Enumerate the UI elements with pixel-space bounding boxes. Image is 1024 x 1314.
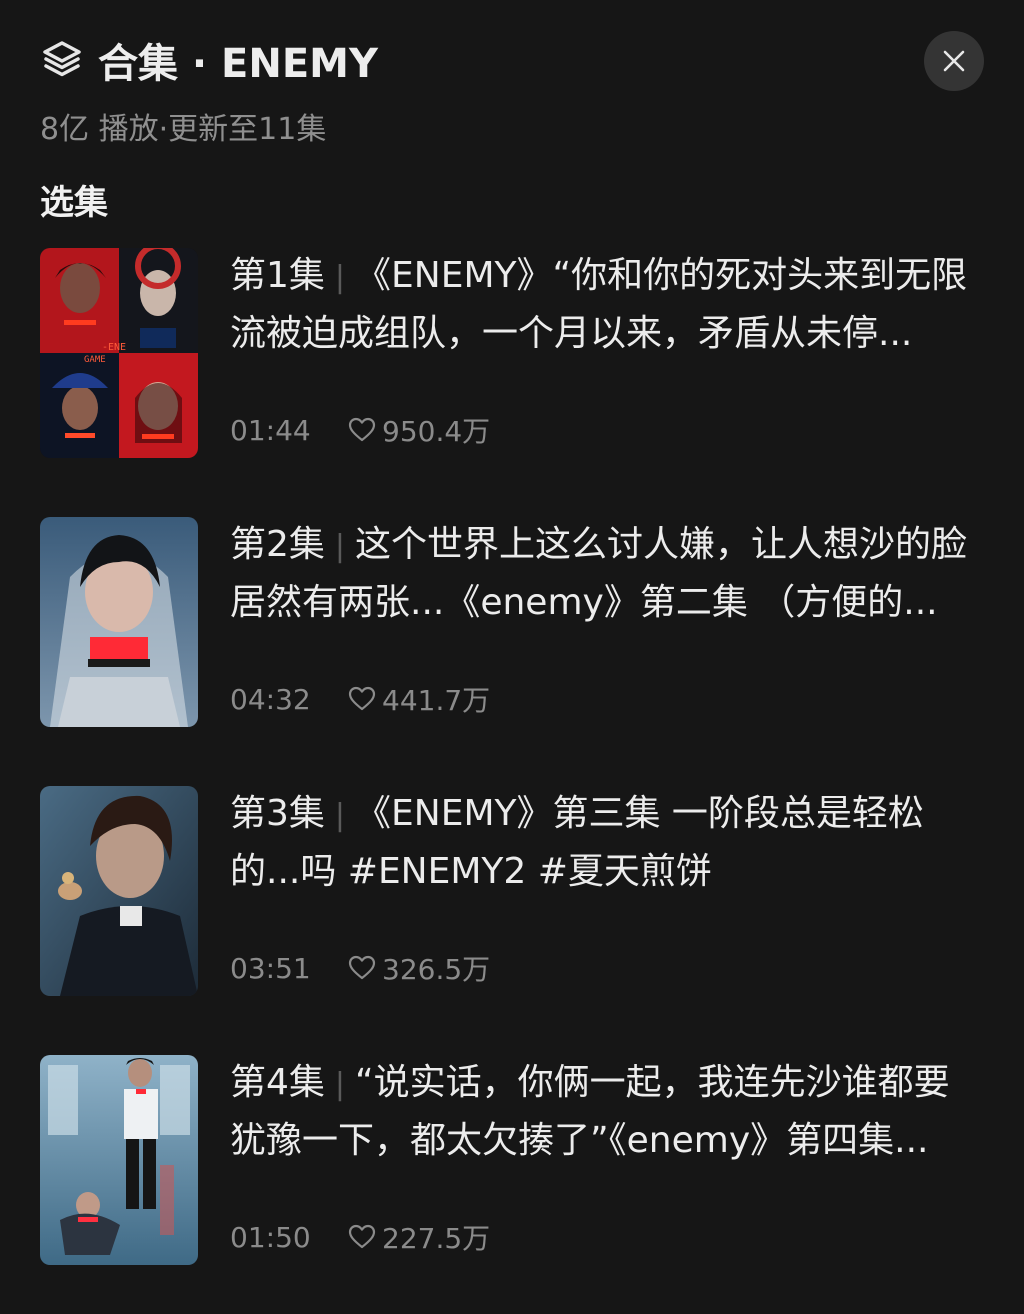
heart-icon — [348, 686, 376, 712]
episode-title: 第3集 | 《ENEMY》第三集 一阶段总是轻松的...吗 #ENEMY2 #夏天煎… — [230, 786, 980, 898]
episode-number: 第2集 — [230, 524, 325, 565]
episode-likes: 326.5万 — [382, 953, 491, 986]
episode-item-4[interactable]: 第4集 | “说实话，你俩一起，我连先沙谁都要犹豫一下，都太欠揍了”《enemy》第… — [40, 1055, 984, 1265]
episode-title: 第2集 | 这个世界上这么讨人嫌，让人想沙的脸居然有两张...《enemy》第二集 … — [230, 517, 980, 629]
episode-item-2[interactable]: 第2集 | 这个世界上这么讨人嫌，让人想沙的脸居然有两张...《enemy》第二集 … — [40, 517, 984, 727]
episode-likes: 950.4万 — [382, 415, 491, 448]
heart-icon — [348, 1224, 376, 1250]
episode-number: 第4集 — [230, 1062, 325, 1103]
layers-stack-icon — [40, 38, 84, 82]
episode-title: 第4集 | “说实话，你俩一起，我连先沙谁都要犹豫一下，都太欠揍了”《enemy》第… — [230, 1055, 980, 1167]
close-button[interactable] — [924, 31, 984, 91]
separator: | — [334, 260, 346, 295]
episode-meta: 01:50 227.5万 — [230, 1219, 491, 1256]
heart-icon — [348, 417, 376, 443]
episode-duration: 01:50 — [230, 1220, 311, 1254]
svg-text:GAME: GAME — [84, 355, 106, 365]
episode-duration: 04:32 — [230, 682, 311, 716]
episode-thumbnail — [40, 517, 198, 727]
episode-likes: 441.7万 — [382, 684, 491, 717]
episode-meta: 03:51 326.5万 — [230, 950, 491, 987]
episode-duration: 01:44 — [230, 413, 311, 447]
separator: | — [334, 798, 346, 833]
collection-stats: 8亿 播放·更新至11集 — [40, 112, 327, 147]
episode-duration: 03:51 — [230, 951, 311, 985]
episode-item-3[interactable]: 第3集 | 《ENEMY》第三集 一阶段总是轻松的...吗 #ENEMY2 #夏天煎… — [40, 786, 984, 996]
separator: | — [334, 1067, 346, 1102]
separator: | — [334, 529, 346, 564]
episode-likes: 227.5万 — [382, 1222, 491, 1255]
episode-item-1[interactable]: -ENE GAME 第1集 | 《ENEMY》“你和你的死对头来到无限流被迫成组队，… — [40, 248, 984, 458]
close-icon — [942, 49, 966, 73]
episode-meta: 04:32 441.7万 — [230, 681, 491, 718]
episode-title: 第1集 | 《ENEMY》“你和你的死对头来到无限流被迫成组队，一个月以来，矛盾从未… — [230, 248, 980, 360]
collection-title: 合集 · ENEMY — [98, 41, 378, 87]
episode-thumbnail — [40, 1055, 198, 1265]
svg-text:-ENE: -ENE — [102, 342, 126, 353]
episode-thumbnail: -ENE GAME — [40, 248, 198, 458]
episode-number: 第1集 — [230, 255, 325, 296]
episode-meta: 01:44 950.4万 — [230, 412, 491, 449]
heart-icon — [348, 955, 376, 981]
episode-thumbnail — [40, 786, 198, 996]
episode-selector-heading: 选集 — [40, 183, 108, 223]
episode-number: 第3集 — [230, 793, 325, 834]
collection-header: 合集 · ENEMY — [40, 30, 378, 90]
